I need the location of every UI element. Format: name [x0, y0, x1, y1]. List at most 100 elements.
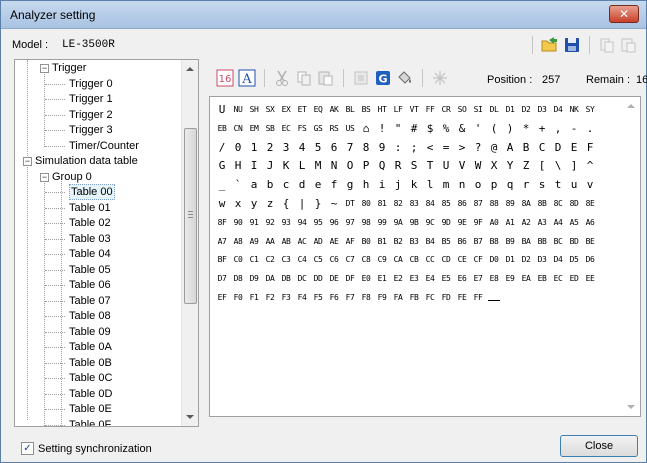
char-cell[interactable]: C5: [310, 251, 326, 269]
char-cell[interactable]: D9: [246, 270, 262, 288]
char-cell[interactable]: CR: [438, 101, 454, 119]
char-cell[interactable]: !: [374, 120, 390, 138]
char-cell[interactable]: Y: [502, 157, 518, 175]
char-cell[interactable]: FD: [438, 289, 454, 307]
char-cell[interactable]: =: [438, 139, 454, 157]
char-cell[interactable]: B2: [390, 233, 406, 251]
char-cell[interactable]: R: [390, 157, 406, 175]
char-cell[interactable]: O: [342, 157, 358, 175]
char-cell[interactable]: C4: [294, 251, 310, 269]
char-cell[interactable]: 9A: [390, 214, 406, 232]
char-cell[interactable]: B1: [374, 233, 390, 251]
char-cell[interactable]: FC: [422, 289, 438, 307]
disabled-paste-icon[interactable]: [620, 36, 638, 54]
char-cell[interactable]: @: [486, 139, 502, 157]
char-cell[interactable]: 93: [278, 214, 294, 232]
char-cell[interactable]: 88: [486, 195, 502, 213]
char-cell[interactable]: A1: [502, 214, 518, 232]
char-cell[interactable]: 9F: [470, 214, 486, 232]
char-cell[interactable]: SB: [262, 120, 278, 138]
char-cell[interactable]: BB: [534, 233, 550, 251]
char-cell[interactable]: 8E: [582, 195, 598, 213]
char-cell[interactable]: CF: [470, 251, 486, 269]
char-cell[interactable]: 85: [438, 195, 454, 213]
scroll-up-arrow-icon[interactable]: [627, 104, 635, 108]
char-cell[interactable]: H: [230, 157, 246, 175]
tree-node[interactable]: Table 05: [69, 262, 111, 278]
char-cell[interactable]: DT: [342, 195, 358, 213]
char-cell[interactable]: w: [214, 195, 230, 213]
char-cell[interactable]: 8F: [214, 214, 230, 232]
ascii-icon[interactable]: A: [238, 69, 256, 87]
char-cell[interactable]: E0: [358, 270, 374, 288]
char-cell[interactable]: g: [342, 176, 358, 194]
tree-node[interactable]: Table 0D: [69, 386, 112, 402]
char-cell[interactable]: d: [294, 176, 310, 194]
disabled-copy-icon[interactable]: [598, 36, 616, 54]
char-cell[interactable]: F7: [342, 289, 358, 307]
char-cell[interactable]: 9C: [422, 214, 438, 232]
char-cell[interactable]: CA: [390, 251, 406, 269]
char-cell[interactable]: EC: [278, 120, 294, 138]
char-cell[interactable]: l: [422, 176, 438, 194]
char-cell[interactable]: U: [438, 157, 454, 175]
char-cell[interactable]: HT: [374, 101, 390, 119]
tree-node[interactable]: Table 07: [69, 293, 111, 309]
char-cell[interactable]: AK: [326, 101, 342, 119]
char-cell[interactable]: 1: [246, 139, 262, 157]
char-cell[interactable]: DD: [310, 270, 326, 288]
char-cell[interactable]: -: [566, 120, 582, 138]
char-cell[interactable]: J: [262, 157, 278, 175]
char-cell[interactable]: 96: [326, 214, 342, 232]
char-cell[interactable]: 81: [374, 195, 390, 213]
settings-tree[interactable]: Trigger − Trigger 0 Trigger 1 Trigger 2 Trigg…: [14, 59, 199, 427]
copy-icon[interactable]: [295, 69, 313, 87]
char-cell[interactable]: 9: [374, 139, 390, 157]
char-cell[interactable]: B9: [502, 233, 518, 251]
char-cell[interactable]: .: [582, 120, 598, 138]
sparkle-icon[interactable]: [431, 69, 449, 87]
char-cell[interactable]: 2: [262, 139, 278, 157]
char-cell[interactable]: E8: [486, 270, 502, 288]
char-cell[interactable]: 5: [310, 139, 326, 157]
char-cell[interactable]: SY: [582, 101, 598, 119]
char-cell[interactable]: F9: [374, 289, 390, 307]
char-cell[interactable]: B8: [486, 233, 502, 251]
char-cell[interactable]: C3: [278, 251, 294, 269]
char-cell[interactable]: AB: [278, 233, 294, 251]
char-cell[interactable]: P: [358, 157, 374, 175]
char-cell[interactable]: RS: [326, 120, 342, 138]
char-cell[interactable]: BL: [342, 101, 358, 119]
char-cell[interactable]: 4: [294, 139, 310, 157]
char-cell[interactable]: SX: [262, 101, 278, 119]
char-cell[interactable]: AE: [326, 233, 342, 251]
char-cell[interactable]: EX: [278, 101, 294, 119]
char-cell[interactable]: VT: [406, 101, 422, 119]
char-cell[interactable]: o: [470, 176, 486, 194]
char-cell[interactable]: |: [294, 195, 310, 213]
char-cell[interactable]: u: [566, 176, 582, 194]
scroll-down-arrow-icon[interactable]: [186, 415, 194, 419]
tree-node[interactable]: Trigger 3: [69, 122, 113, 138]
char-cell[interactable]: y: [246, 195, 262, 213]
char-cell[interactable]: &: [454, 120, 470, 138]
char-cell[interactable]: C8: [358, 251, 374, 269]
char-cell[interactable]: 80: [358, 195, 374, 213]
char-cell[interactable]: _: [214, 176, 230, 194]
char-cell[interactable]: 84: [422, 195, 438, 213]
hex-icon[interactable]: 16: [216, 69, 234, 87]
char-cell[interactable]: ^: [582, 157, 598, 175]
char-cell[interactable]: D4: [550, 101, 566, 119]
char-cell[interactable]: F1: [246, 289, 262, 307]
char-cell[interactable]: r: [518, 176, 534, 194]
char-cell[interactable]: A: [502, 139, 518, 157]
char-cell[interactable]: ;: [406, 139, 422, 157]
char-cell[interactable]: [486, 289, 502, 307]
char-cell[interactable]: AD: [310, 233, 326, 251]
tree-node[interactable]: Table 01: [69, 200, 111, 216]
char-cell[interactable]: NU: [230, 101, 246, 119]
char-cell[interactable]: F6: [326, 289, 342, 307]
char-cell[interactable]: 8B: [534, 195, 550, 213]
char-cell[interactable]: E1: [374, 270, 390, 288]
char-cell[interactable]: 7: [342, 139, 358, 157]
